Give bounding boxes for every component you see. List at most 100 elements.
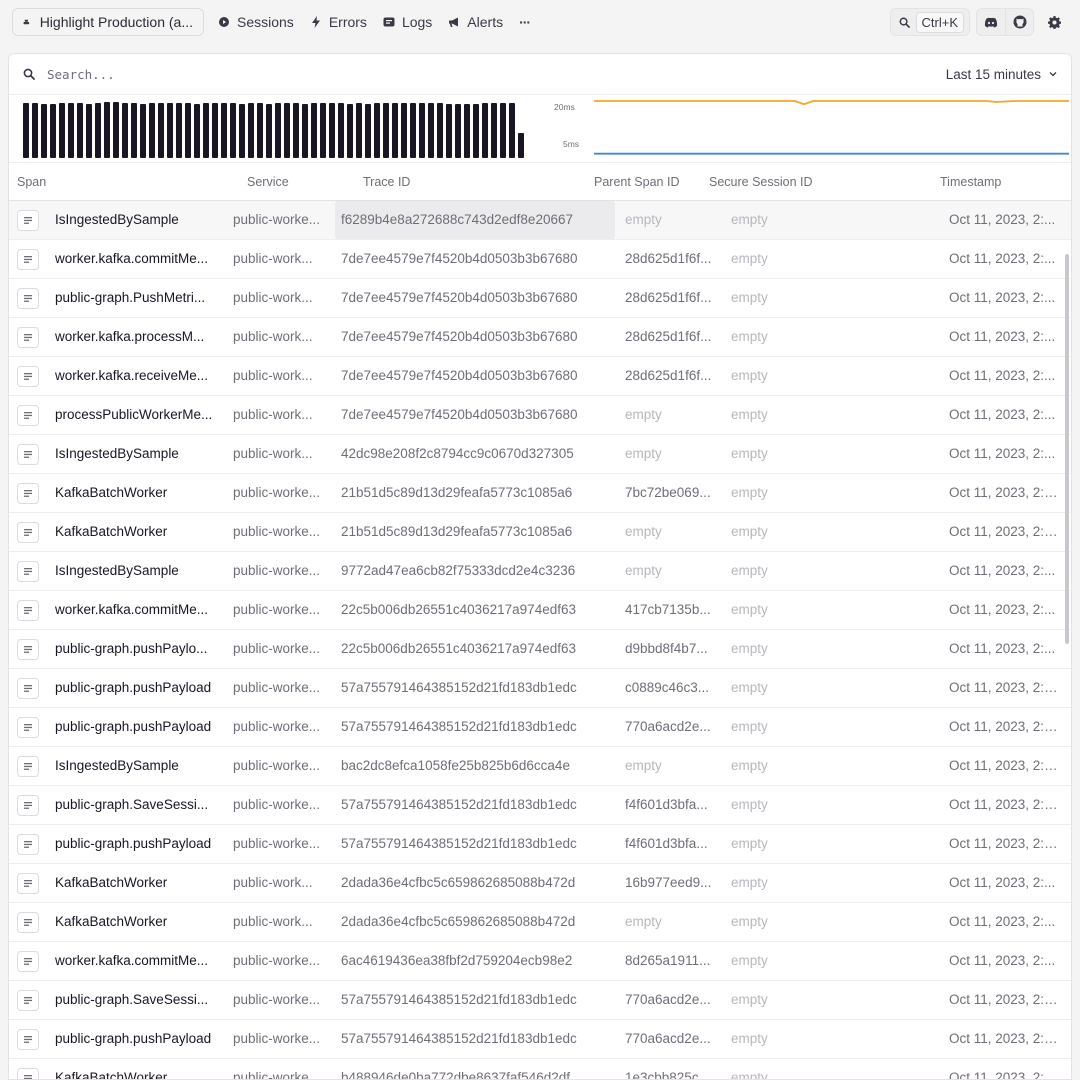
- histogram-bar[interactable]: [338, 103, 344, 158]
- column-span[interactable]: Span: [17, 175, 46, 189]
- table-row[interactable]: worker.kafka.commitMe... public-worke... 6…: [9, 942, 1071, 981]
- column-trace-id[interactable]: Trace ID: [363, 175, 410, 189]
- table-row[interactable]: processPublicWorkerMe... public-work... 7d…: [9, 396, 1071, 435]
- histogram-bar[interactable]: [392, 103, 398, 158]
- parent-span-id[interactable]: 1e3cbb825c...: [625, 1070, 721, 1079]
- open-span-button[interactable]: [17, 444, 39, 465]
- command-search-button[interactable]: Ctrl+K: [889, 8, 970, 36]
- trace-id[interactable]: 7de7ee4579e7f4520b4d0503b3b67680: [341, 407, 613, 422]
- search-input[interactable]: Search...: [47, 67, 946, 82]
- table-row[interactable]: KafkaBatchWorker public-worke... 21b51d5c8…: [9, 474, 1071, 513]
- histogram-bar[interactable]: [275, 103, 281, 158]
- parent-span-id[interactable]: 770a6acd2e...: [625, 719, 721, 734]
- histogram-bar[interactable]: [500, 103, 506, 158]
- nav-errors[interactable]: Errors: [310, 14, 367, 30]
- trace-id[interactable]: 7de7ee4579e7f4520b4d0503b3b67680: [341, 368, 613, 383]
- latency-chart[interactable]: 20ms 5ms: [554, 99, 1069, 161]
- histogram-bar[interactable]: [302, 104, 308, 158]
- open-span-button[interactable]: [17, 639, 39, 660]
- table-row[interactable]: public-graph.pushPayload public-worke... 5…: [9, 669, 1071, 708]
- parent-span-id[interactable]: 28d625d1f6f...: [625, 329, 721, 344]
- histogram-bar[interactable]: [410, 103, 416, 158]
- parent-span-id[interactable]: 28d625d1f6f...: [625, 290, 721, 305]
- project-switcher[interactable]: Highlight Production (a...: [12, 8, 204, 36]
- histogram-bar[interactable]: [311, 103, 317, 158]
- histogram-bar[interactable]: [284, 103, 290, 158]
- trace-id[interactable]: 21b51d5c89d13d29feafa5773c1085a6: [341, 524, 613, 539]
- trace-id[interactable]: bac2dc8efca1058fe25b825b6d6cca4e: [341, 758, 613, 773]
- open-span-button[interactable]: [17, 288, 39, 309]
- table-row[interactable]: worker.kafka.commitMe... public-worke... 2…: [9, 591, 1071, 630]
- histogram-bar[interactable]: [374, 103, 380, 158]
- table-row[interactable]: public-graph.PushMetri... public-work... 7…: [9, 279, 1071, 318]
- histogram-bar[interactable]: [482, 103, 488, 158]
- trace-id[interactable]: 57a755791464385152d21fd183db1edc: [341, 680, 613, 695]
- open-span-button[interactable]: [17, 834, 39, 855]
- histogram-bar[interactable]: [212, 103, 218, 158]
- column-timestamp[interactable]: Timestamp: [940, 175, 1001, 189]
- open-span-button[interactable]: [17, 1029, 39, 1050]
- open-span-button[interactable]: [17, 327, 39, 348]
- table-row[interactable]: public-graph.SaveSessi... public-worke...…: [9, 981, 1071, 1020]
- parent-span-id[interactable]: empty: [625, 524, 721, 539]
- open-span-button[interactable]: [17, 873, 39, 894]
- histogram-bar[interactable]: [248, 103, 254, 158]
- histogram-bar[interactable]: [140, 104, 146, 158]
- histogram-bar[interactable]: [77, 103, 83, 158]
- open-span-button[interactable]: [17, 561, 39, 582]
- histogram-bar[interactable]: [383, 103, 389, 158]
- histogram-bar[interactable]: [356, 103, 362, 158]
- trace-id[interactable]: 2dada36e4cfbc5c659862685088b472d: [341, 914, 613, 929]
- trace-id[interactable]: 6ac4619436ea38fbf2d759204ecb98e2: [341, 953, 613, 968]
- table-row[interactable]: IsIngestedBySample public-worke... 9772ad4…: [9, 552, 1071, 591]
- table-row[interactable]: worker.kafka.receiveMe... public-work... 7…: [9, 357, 1071, 396]
- parent-span-id[interactable]: 770a6acd2e...: [625, 1031, 721, 1046]
- column-service[interactable]: Service: [247, 175, 289, 189]
- table-row[interactable]: public-graph.SaveSessi... public-worke...…: [9, 786, 1071, 825]
- open-span-button[interactable]: [17, 678, 39, 699]
- open-span-button[interactable]: [17, 210, 39, 231]
- parent-span-id[interactable]: empty: [625, 212, 721, 227]
- parent-span-id[interactable]: f4f601d3bfa...: [625, 797, 721, 812]
- trace-id[interactable]: 22c5b006db26551c4036217a974edf63: [341, 602, 613, 617]
- histogram-bar[interactable]: [194, 104, 200, 158]
- trace-id[interactable]: 21b51d5c89d13d29feafa5773c1085a6: [341, 485, 613, 500]
- histogram-bar[interactable]: [95, 103, 101, 158]
- histogram-bar[interactable]: [347, 104, 353, 158]
- open-span-button[interactable]: [17, 756, 39, 777]
- histogram-bar[interactable]: [131, 103, 137, 158]
- nav-logs[interactable]: Logs: [383, 14, 432, 30]
- histogram-bar[interactable]: [167, 103, 173, 158]
- histogram-bar[interactable]: [437, 103, 443, 158]
- histogram-bar[interactable]: [509, 103, 515, 158]
- parent-span-id[interactable]: 417cb7135b...: [625, 602, 721, 617]
- histogram-bar[interactable]: [428, 103, 434, 158]
- table-row[interactable]: IsIngestedBySample public-worke... bac2dc8…: [9, 747, 1071, 786]
- histogram-bar[interactable]: [149, 103, 155, 158]
- open-span-button[interactable]: [17, 522, 39, 543]
- table-row[interactable]: public-graph.pushPayload public-worke... 5…: [9, 1020, 1071, 1059]
- open-span-button[interactable]: [17, 249, 39, 270]
- parent-span-id[interactable]: 7bc72be069...: [625, 485, 721, 500]
- histogram-bar[interactable]: [320, 103, 326, 158]
- histogram-bar[interactable]: [329, 103, 335, 158]
- histogram-bar[interactable]: [257, 103, 263, 158]
- settings-button[interactable]: [1040, 8, 1068, 36]
- histogram-bar[interactable]: [473, 104, 479, 158]
- parent-span-id[interactable]: 8d265a1911...: [625, 953, 721, 968]
- histogram-bar[interactable]: [104, 102, 110, 158]
- table-row[interactable]: public-graph.pushPayload public-worke... 5…: [9, 708, 1071, 747]
- parent-span-id[interactable]: d9bbd8f4b7...: [625, 641, 721, 656]
- parent-span-id[interactable]: empty: [625, 407, 721, 422]
- open-span-button[interactable]: [17, 951, 39, 972]
- histogram-bar[interactable]: [518, 133, 524, 158]
- trace-id[interactable]: 2dada36e4cfbc5c659862685088b472d: [341, 875, 613, 890]
- parent-span-id[interactable]: empty: [625, 758, 721, 773]
- trace-id[interactable]: 57a755791464385152d21fd183db1edc: [341, 992, 613, 1007]
- trace-id[interactable]: b488946de0ba772dbe8637faf546d2df: [341, 1070, 613, 1079]
- histogram-bar[interactable]: [41, 104, 47, 158]
- table-row[interactable]: public-graph.pushPayload public-worke... 5…: [9, 825, 1071, 864]
- open-span-button[interactable]: [17, 405, 39, 426]
- open-span-button[interactable]: [17, 912, 39, 933]
- parent-span-id[interactable]: 770a6acd2e...: [625, 992, 721, 1007]
